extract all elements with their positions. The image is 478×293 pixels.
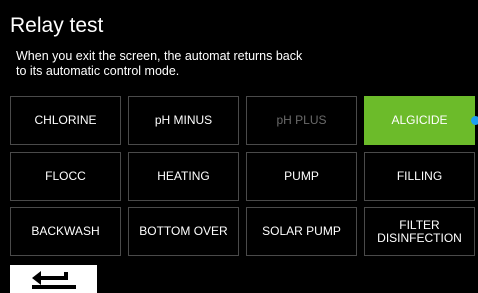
relay-label: FLOCC: [45, 169, 86, 183]
relay-button-ph-plus[interactable]: pH PLUS: [246, 96, 357, 145]
relay-label: pH MINUS: [154, 113, 213, 127]
info-line-1: When you exit the screen, the automat re…: [16, 49, 303, 63]
relay-button-chlorine[interactable]: CHLORINE: [10, 96, 121, 145]
relay-label: FILLING: [396, 169, 443, 183]
relay-label: pH PLUS: [276, 113, 327, 127]
relay-button-algicide[interactable]: ALGICIDE: [364, 96, 478, 145]
back-button[interactable]: [10, 265, 97, 293]
relay-button-solar-pump[interactable]: SOLAR PUMP: [246, 207, 357, 256]
relay-button-heating[interactable]: HEATING: [128, 152, 239, 201]
page-title: Relay test: [10, 14, 104, 37]
relay-label: SOLAR PUMP: [262, 224, 341, 238]
relay-grid: CHLORINE pH MINUS pH PLUS ALGICIDE FLOCC…: [10, 96, 478, 256]
relay-button-filling[interactable]: FILLING: [364, 152, 475, 201]
relay-label: BACKWASH: [31, 224, 100, 238]
active-indicator-dot: [471, 116, 478, 125]
return-arrow-icon: [32, 271, 76, 289]
relay-button-backwash[interactable]: BACKWASH: [10, 207, 121, 256]
relay-label: PUMP: [284, 169, 319, 183]
relay-label-line-1: FILTER: [399, 217, 440, 232]
relay-test-screen: Relay test When you exit the screen, the…: [0, 0, 478, 293]
relay-label: BOTTOM OVER: [139, 224, 228, 238]
relay-label-line-2: DISINFECTION: [377, 230, 462, 245]
relay-label: CHLORINE: [34, 113, 97, 127]
relay-button-filter-disinfection[interactable]: FILTER DISINFECTION: [364, 207, 475, 256]
info-line-2: to its automatic control mode.: [16, 64, 180, 78]
relay-label: HEATING: [157, 169, 210, 183]
info-text: When you exit the screen, the automat re…: [16, 49, 302, 79]
relay-button-ph-minus[interactable]: pH MINUS: [128, 96, 239, 145]
relay-button-pump[interactable]: PUMP: [246, 152, 357, 201]
relay-label: ALGICIDE: [391, 113, 448, 127]
relay-button-bottom-over[interactable]: BOTTOM OVER: [128, 207, 239, 256]
relay-label: FILTER DISINFECTION: [377, 217, 462, 245]
relay-button-flocc[interactable]: FLOCC: [10, 152, 121, 201]
